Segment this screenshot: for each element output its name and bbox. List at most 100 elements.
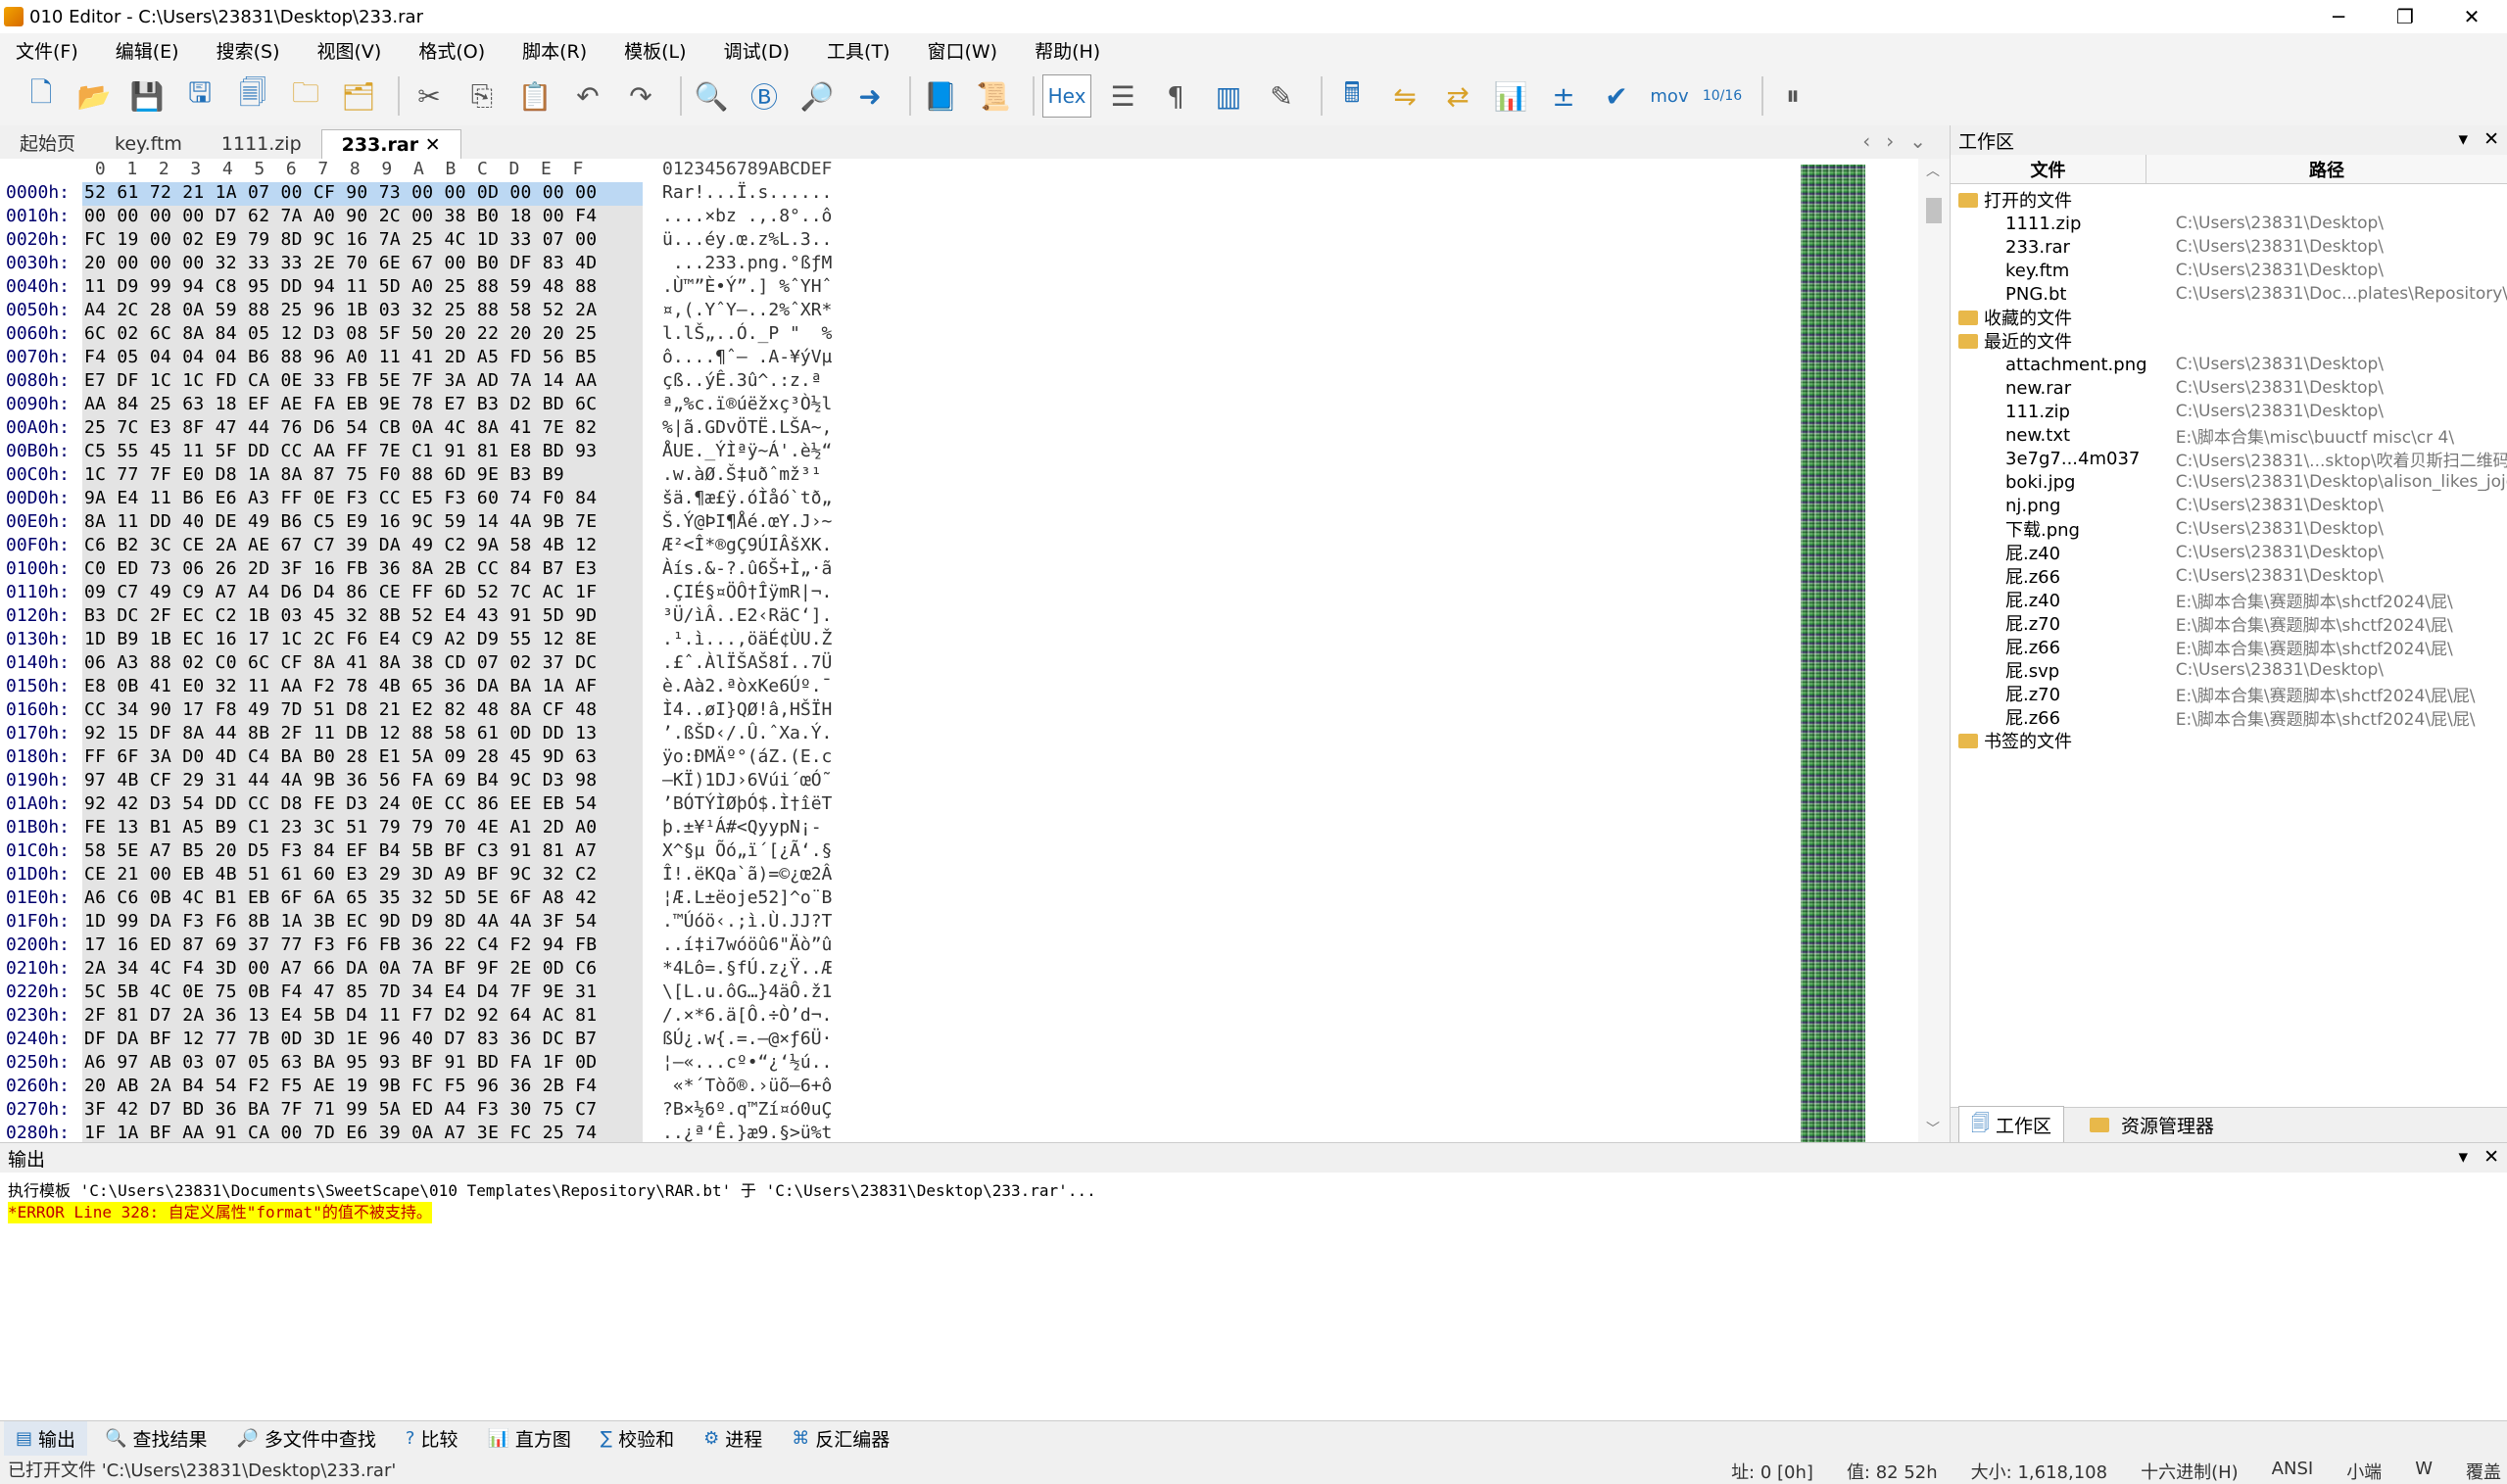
hex-ascii[interactable]: —KÏ)1DJ›6Vúi´œÓ˜	[662, 770, 832, 790]
minimize-button[interactable]: ─	[2305, 0, 2372, 33]
menu-edit[interactable]: 编辑(E)	[108, 34, 187, 67]
hex-row[interactable]: 0120h: B3 DC 2F EC C2 1B 03 45 32 8B 52 E…	[0, 605, 1803, 629]
pilcrow-icon[interactable]: ¶	[1154, 74, 1197, 118]
hex-row[interactable]: 0150h: E8 0B 41 E0 32 11 AA F2 78 4B 65 3…	[0, 676, 1803, 699]
tab-explorer[interactable]: 资源管理器	[2078, 1109, 2226, 1141]
hex-bytes[interactable]: DF DA BF 12 77 7B 0D 3D 1E 96 40 D7 83 3…	[84, 1029, 597, 1049]
hex-bytes[interactable]: 92 42 D3 54 DD CC D8 FE D3 24 0E CC 86 E…	[84, 793, 597, 814]
save-icon[interactable]: 💾	[125, 74, 169, 118]
hex-ascii[interactable]: çß..ýÊ.3û^.:­z.ª	[662, 370, 822, 391]
hex-ascii[interactable]: ¤,(.YˆY–..2%ˆXR*	[662, 300, 832, 320]
hex-row[interactable]: 0000h: 52 61 72 21 1A 07 00 CF 90 73 00 0…	[0, 182, 1803, 206]
close-icon[interactable]: ✕	[2483, 128, 2499, 150]
hex-ascii[interactable]: .w.àØ.Š‡uðˆmž³¹	[662, 464, 822, 485]
hex-row[interactable]: 00D0h: 9A E4 11 B6 E6 A3 FF 0E F3 CC E5 F…	[0, 488, 1803, 511]
hex-row[interactable]: 0160h: CC 34 90 17 F8 49 7D 51 D8 21 E2 8…	[0, 699, 1803, 723]
scrollbar-thumb[interactable]	[1926, 198, 1942, 223]
redo-icon[interactable]: ↷	[619, 74, 662, 118]
menu-file[interactable]: 文件(F)	[8, 34, 86, 67]
hex-bytes[interactable]: CC 34 90 17 F8 49 7D 51 D8 21 E2 82 48 8…	[84, 699, 597, 720]
open-file-icon[interactable]: 📂	[72, 74, 116, 118]
menu-view[interactable]: 视图(V)	[310, 34, 390, 67]
hex-bytes[interactable]: 17 16 ED 87 69 37 77 F3 F6 FB 36 22 C4 F…	[84, 934, 597, 955]
compare-icon[interactable]: ⇋	[1383, 74, 1426, 118]
hex-row[interactable]: 0110h: 09 C7 49 C9 A7 A4 D6 D4 86 CE FF 6…	[0, 582, 1803, 605]
hex-bytes[interactable]: 1D 99 DA F3 F6 8B 1A 3B EC 9D D9 8D 4A 4…	[84, 911, 597, 932]
tree-file-item[interactable]: 233.rar C:\Users\23831\Desktop\	[1951, 235, 2507, 259]
tree-file-item[interactable]: key.ftm C:\Users\23831\Desktop\	[1951, 259, 2507, 282]
hex-row[interactable]: 0260h: 20 AB 2A B4 54 F2 F5 AE 19 9B FC F…	[0, 1076, 1803, 1099]
hex-bytes[interactable]: 1D B9 1B EC 16 17 1C 2C F6 E4 C9 A2 D9 5…	[84, 629, 597, 649]
operations-icon[interactable]: ±	[1542, 74, 1585, 118]
hex-bytes[interactable]: 92 15 DF 8A 44 8B 2F 11 DB 12 88 58 61 0…	[84, 723, 597, 743]
hex-row[interactable]: 0090h: AA 84 25 63 18 EF AE FA EB 9E 78 E…	[0, 394, 1803, 417]
menu-script[interactable]: 脚本(R)	[514, 34, 595, 67]
hex-ascii[interactable]: *4Lô=.§fÚ.z¿Ÿ..Æ	[662, 958, 832, 979]
tab-workspace[interactable]: 🗐 工作区	[1958, 1105, 2064, 1145]
hex-ascii[interactable]: ’.ßŠD‹/.Û.ˆXa.Ý.	[662, 723, 832, 743]
hex-row[interactable]: 0230h: 2F 81 D7 2A 36 13 E4 5B D4 11 F7 D…	[0, 1005, 1803, 1029]
hex-row[interactable]: 0080h: E7 DF 1C 1C FD CA 0E 33 FB 5E 7F 3…	[0, 370, 1803, 394]
tree-file-item[interactable]: 屁.z40 E:\脚本合集\赛题脚本\shctf2024\屁\	[1951, 588, 2507, 612]
tab-compare[interactable]: ? 比较	[394, 1421, 470, 1456]
hex-row[interactable]: 0180h: FF 6F 3A D0 4D C4 BA B0 28 E1 5A 0…	[0, 746, 1803, 770]
menu-template[interactable]: 模板(L)	[616, 34, 694, 67]
hex-bytes[interactable]: 6C 02 6C 8A 84 05 12 D3 08 5F 50 20 22 2…	[84, 323, 597, 344]
tree-group[interactable]: 最近的文件	[1951, 329, 2507, 353]
hex-editor-pane[interactable]: 0 1 2 3 4 5 6 7 8 9 A B C D E F 01234567…	[0, 159, 1950, 1142]
tab-histogram[interactable]: 📊 直方图	[475, 1421, 582, 1456]
menu-window[interactable]: 窗口(W)	[919, 34, 1005, 67]
hex-bytes[interactable]: A6 97 AB 03 07 05 63 BA 95 93 BF 91 BD F…	[84, 1052, 597, 1073]
tree-group[interactable]: 收藏的文件	[1951, 306, 2507, 329]
hex-ascii[interactable]: Š.Ý@ÞI¶Åé.œY.J›~	[662, 511, 832, 532]
hex-ascii[interactable]: Æ²<Î*®gÇ9ÚIÂšXK.	[662, 535, 832, 555]
hex-bytes[interactable]: 09 C7 49 C9 A7 A4 D6 D4 86 CE FF 6D 52 7…	[84, 582, 597, 602]
hex-bytes[interactable]: E7 DF 1C 1C FD CA 0E 33 FB 5E 7F 3A AD 7…	[84, 370, 597, 391]
undo-icon[interactable]: ↶	[566, 74, 609, 118]
hex-bytes[interactable]: F4 05 04 04 04 B6 88 96 A0 11 41 2D A5 F…	[84, 347, 597, 367]
hex-ascii[interactable]: X^§µ Õó„ï´[¿Ã‘.§	[662, 840, 832, 861]
hex-bytes[interactable]: 11 D9 99 94 C8 95 DD 94 11 5D A0 25 88 5…	[84, 276, 597, 297]
hex-bytes[interactable]: 1C 77 7F E0 D8 1A 8A 87 75 F0 88 6D 9E B…	[84, 464, 564, 485]
hex-ascii[interactable]: ...233.png.°ßƒM	[662, 253, 833, 273]
hex-ascii[interactable]: ..¿ª‘Ê.}æ9.§>ü%t	[662, 1123, 832, 1142]
hex-row[interactable]: 01E0h: A6 C6 0B 4C B1 EB 6F 6A 65 35 32 5…	[0, 887, 1803, 911]
find-icon[interactable]: 🔍	[690, 74, 733, 118]
hex-bytes[interactable]: FE 13 B1 A5 B9 C1 23 3C 51 79 79 70 4E A…	[84, 817, 597, 838]
pause-icon[interactable]: ⏸	[1771, 74, 1814, 118]
tree-file-item[interactable]: attachment.png C:\Users\23831\Desktop\	[1951, 353, 2507, 376]
tab-key-ftm[interactable]: key.ftm	[95, 129, 202, 159]
status-endian[interactable]: 小端	[2346, 1459, 2382, 1484]
hex-row[interactable]: 0270h: 3F 42 D7 BD 36 BA 7F 71 99 5A ED A…	[0, 1099, 1803, 1123]
hex-bytes[interactable]: 8A 11 DD 40 DE 49 B6 C5 E9 16 9C 59 14 4…	[84, 511, 597, 532]
hex-ascii[interactable]: Rar!...Ï.s......	[662, 182, 832, 203]
tree-file-item[interactable]: 屁.z70 E:\脚本合集\赛题脚本\shctf2024\屁\	[1951, 611, 2507, 636]
hex-bytes[interactable]: B3 DC 2F EC C2 1B 03 45 32 8B 52 E4 43 9…	[84, 605, 597, 626]
tab-checksum[interactable]: ∑ 校验和	[589, 1421, 686, 1456]
hex-row[interactable]: 0280h: 1F 1A BF AA 91 CA 00 7D E6 39 0A A…	[0, 1123, 1803, 1142]
column-mode-icon[interactable]: ▥	[1207, 74, 1250, 118]
hex-row[interactable]: 0190h: 97 4B CF 29 31 44 4A 9B 36 56 FA 6…	[0, 770, 1803, 793]
hex-bytes[interactable]: 20 AB 2A B4 54 F2 F5 AE 19 9B FC F5 96 3…	[84, 1076, 597, 1096]
hex-ascii[interactable]: ÿo:ÐMÄº°(áZ.(E.c	[662, 746, 832, 767]
tab-1111-zip[interactable]: 1111.zip	[202, 129, 321, 159]
find-in-files-icon[interactable]: 🔎	[795, 74, 839, 118]
tree-file-item[interactable]: nj.png C:\Users\23831\Desktop\	[1951, 494, 2507, 517]
hex-ascii[interactable]: ³Ü/ìÂ..E2‹RäC‘].	[662, 605, 832, 626]
hex-ascii[interactable]: ¦—«...cº•“¿‘½ú..	[662, 1052, 832, 1073]
hex-ascii[interactable]: ô....¶ˆ– .A-¥ýVµ	[662, 347, 832, 367]
hex-row[interactable]: 01B0h: FE 13 B1 A5 B9 C1 23 3C 51 79 79 7…	[0, 817, 1803, 840]
status-overwrite[interactable]: 覆盖	[2466, 1459, 2501, 1484]
tree-file-item[interactable]: new.rar C:\Users\23831\Desktop\	[1951, 376, 2507, 400]
hex-ascii[interactable]: .™Úóö‹.;ì.Ù.JJ?T	[662, 911, 832, 932]
hex-ascii[interactable]: .ÇIÉ§¤ÖÔ†ÎÿmR|¬.	[662, 582, 832, 602]
columns-icon[interactable]: ☰	[1101, 74, 1144, 118]
hex-ascii[interactable]: ßÚ¿.w{.=.–@×ƒ6Ü·	[662, 1029, 832, 1049]
hex-ascii[interactable]: \[L.u.ôG…}4äÔ.ž1	[662, 981, 832, 1002]
tab-disassembler[interactable]: ⌘ 反汇编器	[780, 1421, 901, 1456]
run-script-icon[interactable]: 📜	[972, 74, 1015, 118]
hex-row[interactable]: 0060h: 6C 02 6C 8A 84 05 12 D3 08 5F 50 2…	[0, 323, 1803, 347]
hex-ascii[interactable]: Ì4..øI}QØ!â‚HŠÏH	[662, 699, 832, 720]
chevron-right-icon[interactable]: ›	[1886, 129, 1894, 153]
hex-ascii[interactable]: «*´Tòõ®.›üõ–6+ô	[662, 1076, 833, 1096]
